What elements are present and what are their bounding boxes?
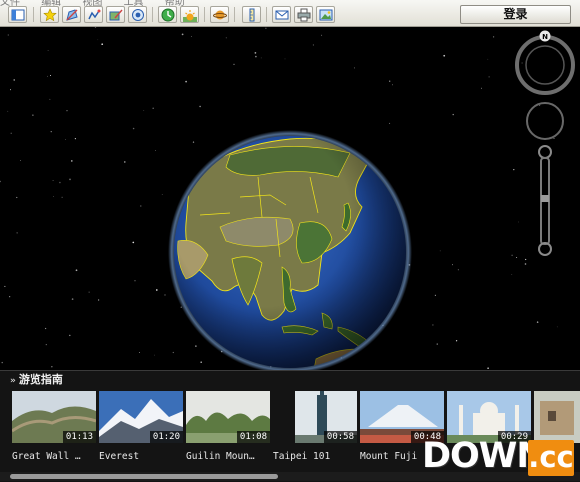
tour-duration: 00:58 [323,431,357,443]
image-overlay-button[interactable] [106,6,125,23]
record-tour-button[interactable] [128,6,147,23]
toolbar-separator [204,7,205,22]
print-button[interactable] [294,6,313,23]
sidebar-icon [11,9,25,21]
planets-button[interactable] [210,6,229,23]
overlay-icon [109,9,123,21]
watermark-text: DOWN [422,436,546,476]
tour-thumbnail: 01:13 [12,391,96,443]
tour-guide-header[interactable]: » 游览指南 [10,373,63,387]
clock-icon [161,8,175,22]
tour-duration: 01:20 [149,431,183,443]
toolbar-separator [234,7,235,22]
sunlight-button[interactable] [180,6,199,23]
toolbar-separator [152,7,153,22]
tour-item-everest[interactable]: 01:20 Everest [99,391,183,462]
watermark-cc-badge: .cc [528,440,574,476]
tour-thumbnail: 01:20 [99,391,183,443]
tour-caption: Taipei 101 [273,451,331,462]
sidebar-toggle-button[interactable] [8,6,27,23]
tour-caption: Guilin Moun… [186,451,255,462]
tour-scrollbar-thumb[interactable] [10,474,278,479]
add-path-button[interactable] [84,6,103,23]
tour-caption: Great Wall … [12,451,81,462]
toolbar: 文件 编辑 视图 工具 帮助 登录 [0,0,580,27]
collapse-chevron-icon[interactable]: » [10,376,16,386]
tour-thumbnail: 00:58 [295,391,357,443]
add-polygon-button[interactable] [62,6,81,23]
envelope-icon [275,10,289,20]
add-placemark-button[interactable] [40,6,59,23]
tour-item-great-wall[interactable]: 01:13 Great Wall … [12,391,96,462]
sun-icon [183,10,197,22]
toolbar-separator [33,7,34,22]
globe-viewport[interactable]: N [0,27,580,370]
tour-guide-title: 游览指南 [18,373,63,386]
tour-duration: 01:13 [62,431,96,443]
email-button[interactable] [272,6,291,23]
login-button[interactable]: 登录 [460,5,571,24]
tour-item-taipei-101[interactable]: 00:58 Taipei 101 [273,391,357,462]
zoom-slider-thumb[interactable] [541,195,549,202]
tour-caption: Everest [99,451,140,462]
earth-globe[interactable] [0,27,580,370]
polygon-icon [66,9,78,21]
printer-icon [297,8,311,22]
toolbar-separator [266,7,267,22]
tour-duration: 01:08 [236,431,270,443]
watermark-suffix: .cc [528,440,574,474]
historical-imagery-button[interactable] [158,6,177,23]
path-icon [88,9,101,20]
tour-thumbnail: 01:08 [186,391,270,443]
ruler-button[interactable] [242,6,261,23]
picture-icon [319,9,333,21]
pushpin-icon [43,8,57,22]
compass-north-label: N [542,33,548,41]
tour-item-guilin[interactable]: 01:08 Guilin Moun… [186,391,270,462]
record-icon [132,9,144,21]
ruler-icon [249,8,255,22]
site-watermark: DOWN .cc [420,434,576,478]
planet-icon [213,10,227,20]
save-image-button[interactable] [316,6,335,23]
